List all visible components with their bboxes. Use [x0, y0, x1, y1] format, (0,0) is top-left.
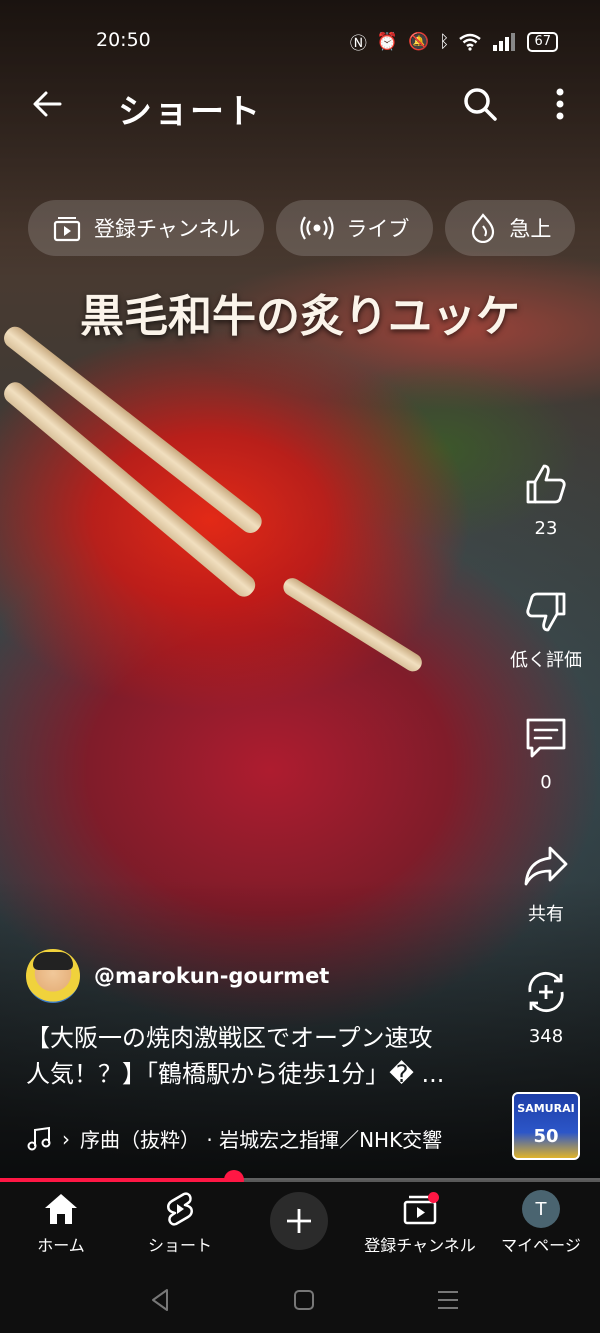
- chopstick-tip: [280, 574, 426, 675]
- music-album-art[interactable]: SAMURAI 50: [512, 1092, 580, 1160]
- comment-count: 0: [540, 772, 552, 793]
- video-caption: 黒毛和牛の炙りユッケ: [80, 291, 520, 342]
- back-arrow-icon[interactable]: [28, 84, 68, 124]
- battery-indicator: 67: [527, 31, 558, 52]
- wifi-icon: [459, 33, 482, 51]
- nav-my-page[interactable]: T マイページ: [496, 1190, 586, 1256]
- live-icon: [300, 216, 334, 240]
- dislike-button[interactable]: 低く評価: [510, 588, 582, 672]
- more-options-icon[interactable]: [540, 84, 580, 124]
- album-number: 50: [533, 1126, 559, 1147]
- chip-label: 急上: [509, 217, 552, 241]
- like-button[interactable]: 23: [510, 460, 582, 539]
- music-title: 序曲（抜粋） · 岩城宏之指揮／NHK交響: [80, 1128, 443, 1152]
- album-title: SAMURAI: [517, 1102, 575, 1115]
- channel-avatar[interactable]: [26, 949, 80, 1003]
- remix-icon: [528, 971, 564, 1013]
- subscriptions-icon: [53, 217, 81, 242]
- nav-subscriptions[interactable]: 登録チャンネル: [360, 1190, 480, 1256]
- system-back-icon[interactable]: [145, 1284, 177, 1316]
- bluetooth-icon: ᛒ: [439, 31, 450, 52]
- thumbs-down-icon: [526, 592, 566, 632]
- comments-button[interactable]: 0: [510, 714, 582, 793]
- create-button[interactable]: [270, 1192, 328, 1250]
- dislike-label: 低く評価: [510, 650, 582, 671]
- nav-label: ショート: [147, 1236, 212, 1255]
- description-line: 人気！？】「鶴橋駅から徒歩1分」� ...: [26, 1060, 445, 1088]
- notification-dot: [428, 1192, 439, 1203]
- chip-subscriptions[interactable]: 登録チャンネル: [28, 200, 265, 256]
- comment-icon: [526, 718, 566, 758]
- alarm-icon: ⏰: [376, 31, 399, 52]
- like-count: 23: [534, 518, 558, 539]
- music-note-icon: [27, 1126, 51, 1150]
- chevron-right-icon: ›: [62, 1126, 70, 1151]
- mute-icon: 🔕: [408, 31, 430, 52]
- system-navigation-bar: [0, 1264, 600, 1333]
- home-icon: [45, 1194, 77, 1224]
- nav-label: マイページ: [501, 1236, 581, 1255]
- nfc-icon: Ⓝ: [349, 34, 367, 54]
- plus-icon: [287, 1209, 311, 1233]
- channel-row: @marokun-gourmet: [26, 948, 329, 1004]
- system-home-icon[interactable]: [288, 1284, 320, 1316]
- search-icon[interactable]: [460, 84, 500, 124]
- chip-live[interactable]: ライブ: [276, 200, 434, 256]
- thumbs-up-icon: [526, 464, 566, 504]
- nav-shorts[interactable]: ショート: [140, 1190, 220, 1256]
- chip-label: ライブ: [346, 217, 410, 241]
- chip-label: 登録チャンネル: [94, 217, 241, 241]
- system-recents-icon[interactable]: [432, 1284, 464, 1316]
- status-time: 20:50: [96, 29, 151, 51]
- remix-button[interactable]: 348: [510, 968, 582, 1047]
- bottom-navigation: ホーム ショート 登録チャンネル T マイページ: [0, 1182, 600, 1264]
- share-label: 共有: [528, 904, 564, 925]
- video-description[interactable]: 【大阪一の焼肉激戦区でオープン速攻 人気！？】「鶴橋駅から徒歩1分」� ...: [26, 1020, 502, 1092]
- status-bar: 20:50 Ⓝ ⏰ 🔕 ᛒ 67: [0, 26, 600, 56]
- account-avatar: T: [522, 1190, 560, 1228]
- nav-label: 登録チャンネル: [364, 1236, 476, 1255]
- share-button[interactable]: 共有: [510, 842, 582, 926]
- music-row[interactable]: › 序曲（抜粋） · 岩城宏之指揮／NHK交響: [26, 1124, 496, 1153]
- trending-icon: [472, 213, 495, 243]
- remix-count: 348: [528, 1026, 564, 1047]
- channel-handle[interactable]: @marokun-gourmet: [94, 964, 329, 988]
- description-line: 【大阪一の焼肉激戦区でオープン速攻: [26, 1024, 433, 1052]
- share-icon: [524, 846, 568, 886]
- chip-trending[interactable]: 急上: [445, 200, 576, 256]
- page-title: ショート: [118, 92, 262, 132]
- app-bar: ショート: [0, 78, 600, 136]
- filter-chips: 登録チャンネル ライブ 急上: [28, 200, 576, 256]
- nav-home[interactable]: ホーム: [26, 1190, 96, 1256]
- nav-label: ホーム: [37, 1236, 85, 1255]
- signal-icon: [493, 32, 516, 51]
- shorts-icon: [167, 1192, 193, 1226]
